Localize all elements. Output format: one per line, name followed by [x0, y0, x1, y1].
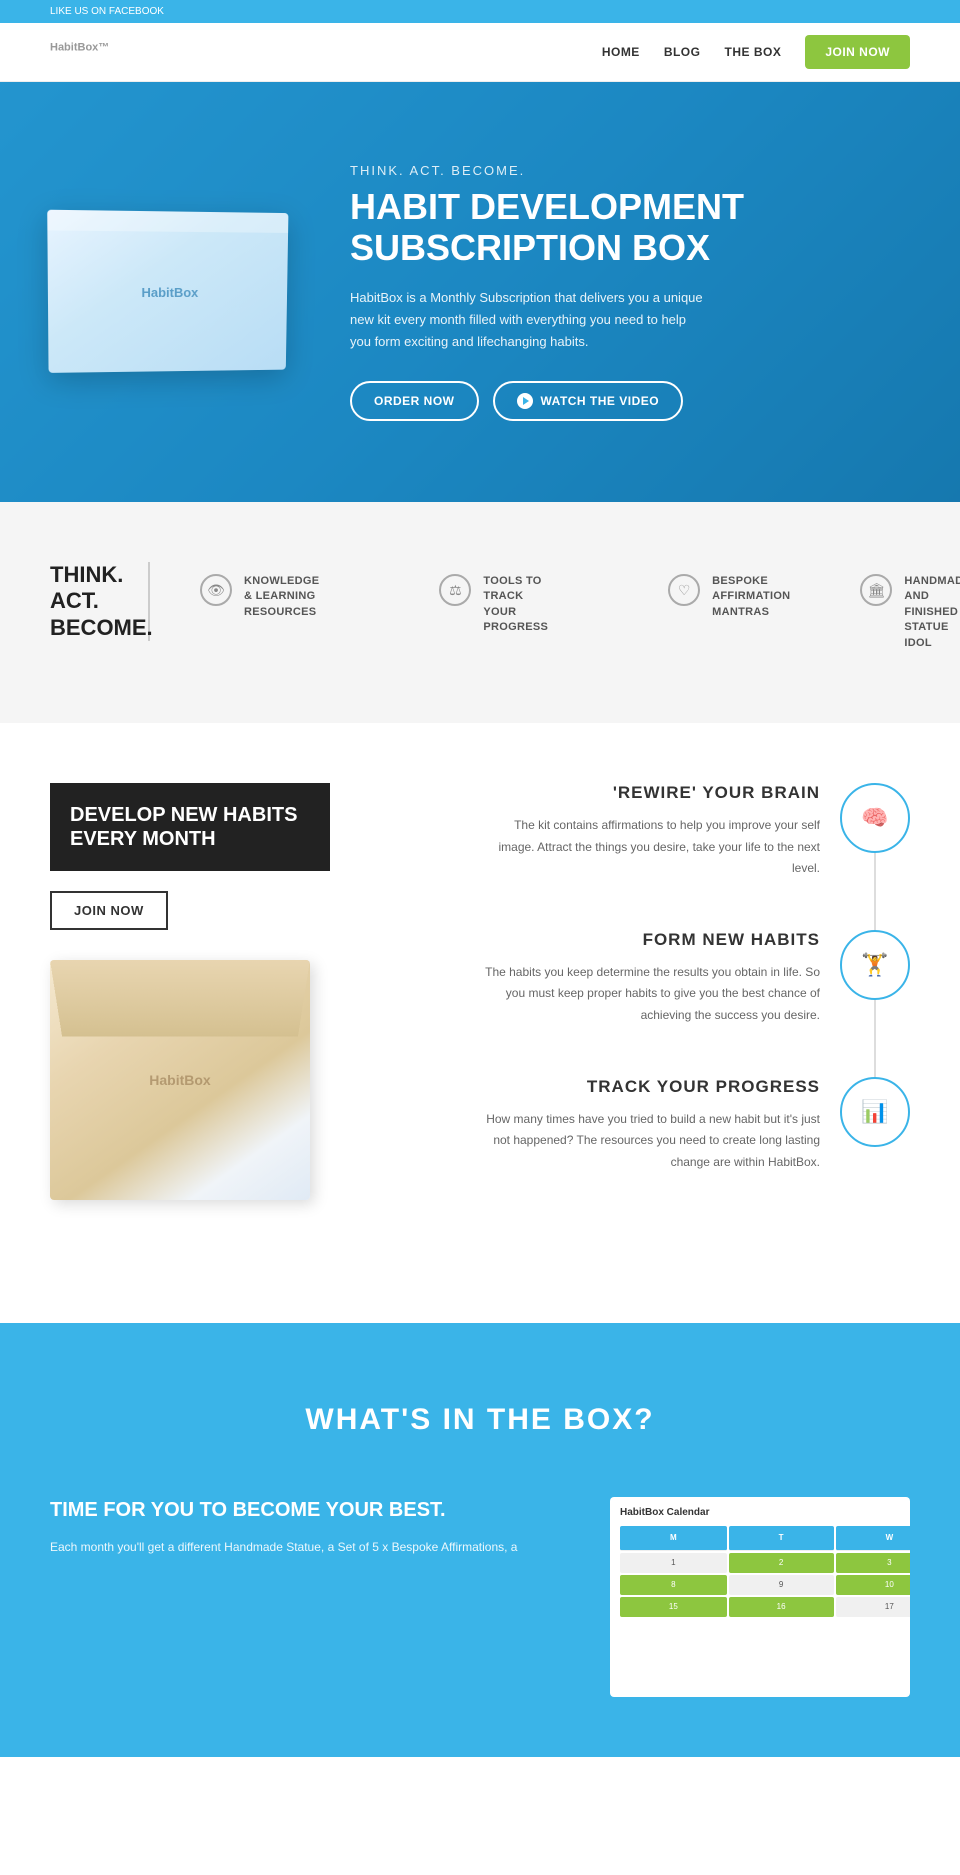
track-progress-section: TRACK YOUR PROGRESS How many times have … — [370, 1077, 910, 1174]
cal-cell-8: 8 — [620, 1575, 727, 1595]
join-now-button[interactable]: JOIN NOW — [50, 891, 168, 930]
hero-description: HabitBox is a Monthly Subscription that … — [350, 287, 710, 353]
hero-buttons: ORDER NOW WATCH THE VIDEO — [350, 381, 910, 421]
left-column: DEVELOP NEW HABITS EVERY MONTH JOIN NOW — [50, 783, 330, 1263]
blue-left: TIME FOR YOU TO BECOME YOUR BEST. Each m… — [50, 1497, 570, 1697]
feature-statue-label: HANDMADE AND FINISHED STATUE IDOL — [904, 574, 960, 651]
hero-content: THINK. ACT. BECOME. HABIT DEVELOPMENT SU… — [310, 163, 910, 421]
blue-section: WHAT'S IN THE BOX? TIME FOR YOU TO BECOM… — [0, 1323, 960, 1757]
hero-subtitle: THINK. ACT. BECOME. — [350, 163, 910, 178]
cal-day-w: W — [836, 1526, 910, 1551]
timeline-line-2 — [874, 1000, 876, 1077]
develop-banner: DEVELOP NEW HABITS EVERY MONTH — [50, 783, 330, 871]
product-box-image — [50, 960, 310, 1200]
calendar-month: HabitBox Calendar — [620, 1507, 709, 1518]
habits-desc: The habits you keep determine the result… — [480, 962, 820, 1027]
hero-box-visual: HabitBox — [47, 210, 288, 373]
feature-bespoke-label: BESPOKE AFFIRMATION MANTRAS — [712, 574, 790, 620]
progress-icon-circle: 📊 — [840, 1077, 910, 1147]
cal-cell-15: 15 — [620, 1597, 727, 1617]
habits-icon-circle: 🏋 — [840, 930, 910, 1000]
whats-in-box-title: WHAT'S IN THE BOX? — [50, 1403, 910, 1437]
statue-icon: 🏛 — [860, 574, 892, 606]
cal-cell-16: 16 — [729, 1597, 834, 1617]
brain-icon-circle: 🧠 — [840, 783, 910, 853]
hero-section: HabitBox THINK. ACT. BECOME. HABIT DEVEL… — [0, 82, 960, 502]
blue-content: TIME FOR YOU TO BECOME YOUR BEST. Each m… — [50, 1497, 910, 1697]
progress-icon: 📊 — [861, 1099, 888, 1125]
cal-day-m: M — [620, 1526, 727, 1551]
order-now-button[interactable]: ORDER NOW — [350, 381, 479, 421]
rewire-brain-section: 'REWIRE' YOUR BRAIN The kit contains aff… — [370, 783, 910, 880]
header: HabitBox™ HOME BLOG THE BOX JOIN NOW — [0, 23, 960, 82]
watch-video-button[interactable]: WATCH THE VIDEO — [493, 381, 684, 421]
blue-right: HabitBox Calendar M T W T F S S 1 2 3 4 … — [610, 1497, 910, 1697]
heart-icon: ♡ — [668, 574, 700, 606]
habits-title: FORM NEW HABITS — [370, 930, 820, 950]
features-inner: THINK. ACT. BECOME. 👁 KNOWLEDGE & LEARNI… — [50, 562, 910, 663]
develop-title: DEVELOP NEW HABITS EVERY MONTH — [70, 803, 310, 851]
feature-item-tools: ⚖ TOOLS TO TRACK YOUR PROGRESS — [419, 562, 568, 648]
cal-cell-2: 2 — [729, 1553, 834, 1573]
feature-item-bespoke: ♡ BESPOKE AFFIRMATION MANTRAS — [648, 562, 810, 632]
rewire-text: 'REWIRE' YOUR BRAIN The kit contains aff… — [370, 783, 820, 880]
calendar-grid: M T W T F S S 1 2 3 4 5 6 7 8 9 10 — [620, 1526, 900, 1617]
feature-item-statue: 🏛 HANDMADE AND FINISHED STATUE IDOL — [840, 562, 960, 663]
hero-box-label: HabitBox — [141, 284, 198, 299]
hero-title: HABIT DEVELOPMENT SUBSCRIPTION BOX — [350, 186, 910, 269]
nav-home[interactable]: HOME — [602, 45, 640, 59]
cal-day-t: T — [729, 1526, 834, 1551]
logo-text: HabitBox — [50, 42, 98, 54]
blue-left-title: TIME FOR YOU TO BECOME YOUR BEST. — [50, 1497, 570, 1523]
think-act-tagline: THINK. ACT. BECOME. — [50, 562, 150, 641]
progress-desc: How many times have you tried to build a… — [480, 1109, 820, 1174]
nav-blog[interactable]: BLOG — [664, 45, 701, 59]
brain-icon: 🧠 — [861, 805, 888, 831]
nav-join-now[interactable]: JOIN NOW — [805, 35, 910, 69]
habits-icon: 🏋 — [861, 952, 888, 978]
progress-text: TRACK YOUR PROGRESS How many times have … — [370, 1077, 820, 1174]
nav-the-box[interactable]: THE BOX — [724, 45, 781, 59]
main-section: DEVELOP NEW HABITS EVERY MONTH JOIN NOW … — [0, 723, 960, 1323]
eye-icon: 👁 — [200, 574, 232, 606]
top-bar-text: LIKE US ON FACEBOOK — [50, 6, 164, 17]
nav: HOME BLOG THE BOX JOIN NOW — [602, 35, 910, 69]
blue-left-desc: Each month you'll get a different Handma… — [50, 1537, 570, 1559]
calendar-visual: HabitBox Calendar M T W T F S S 1 2 3 4 … — [610, 1497, 910, 1697]
cal-cell-10: 10 — [836, 1575, 910, 1595]
box-lid — [50, 960, 310, 1037]
cal-cell-3: 3 — [836, 1553, 910, 1573]
rewire-desc: The kit contains affirmations to help yo… — [480, 815, 820, 880]
top-bar: LIKE US ON FACEBOOK — [0, 0, 960, 23]
progress-title: TRACK YOUR PROGRESS — [370, 1077, 820, 1097]
habits-text: FORM NEW HABITS The habits you keep dete… — [370, 930, 820, 1027]
logo-tm: ™ — [98, 42, 109, 54]
feature-tools-label: TOOLS TO TRACK YOUR PROGRESS — [483, 574, 548, 636]
hero-product-box: HabitBox — [50, 212, 310, 372]
calendar-header: HabitBox Calendar — [620, 1507, 900, 1518]
rewire-title: 'REWIRE' YOUR BRAIN — [370, 783, 820, 803]
timeline-line-1 — [874, 853, 876, 930]
play-icon — [517, 393, 533, 409]
right-column: 'REWIRE' YOUR BRAIN The kit contains aff… — [370, 783, 910, 1263]
cal-cell-17: 17 — [836, 1597, 910, 1617]
cal-cell-1: 1 — [620, 1553, 727, 1573]
logo[interactable]: HabitBox™ — [50, 39, 109, 65]
cal-cell-9: 9 — [729, 1575, 834, 1595]
features-strip: THINK. ACT. BECOME. 👁 KNOWLEDGE & LEARNI… — [0, 502, 960, 723]
feature-item-knowledge: 👁 KNOWLEDGE & LEARNING RESOURCES — [180, 562, 339, 632]
scale-icon: ⚖ — [439, 574, 471, 606]
form-habits-section: FORM NEW HABITS The habits you keep dete… — [370, 930, 910, 1027]
feature-knowledge-label: KNOWLEDGE & LEARNING RESOURCES — [244, 574, 319, 620]
